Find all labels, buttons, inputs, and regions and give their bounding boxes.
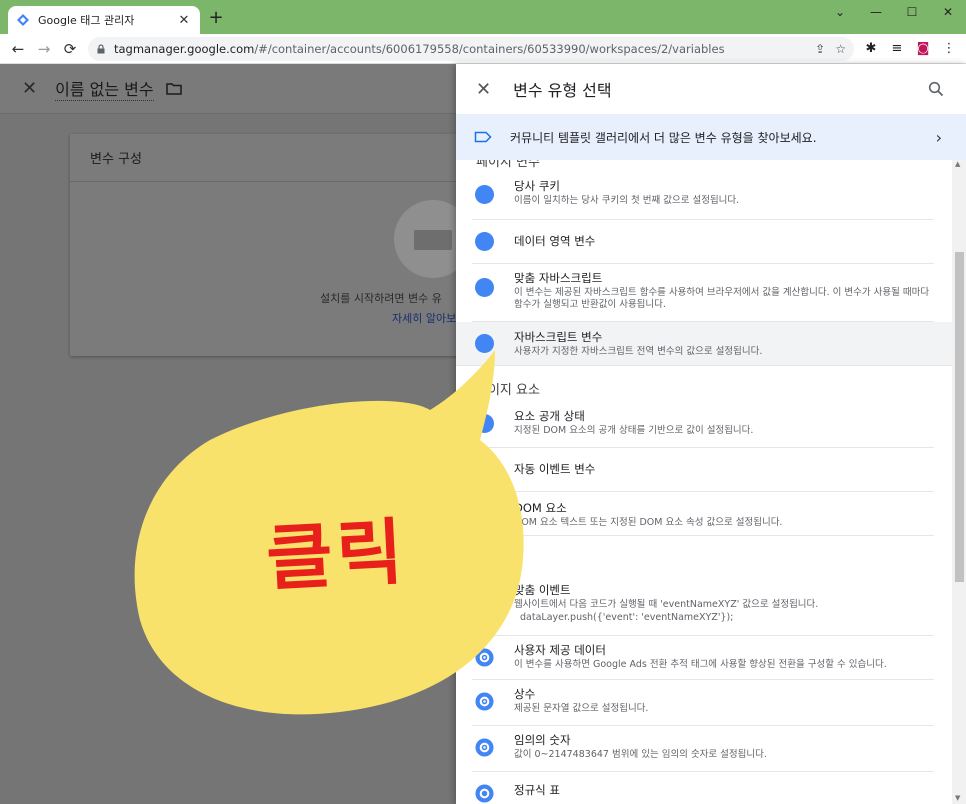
close-panel-icon[interactable]: ✕ [476, 79, 491, 100]
tab-search-icon[interactable]: ⌄ [822, 0, 858, 26]
profile-avatar-icon[interactable]: ◙ [914, 38, 932, 60]
variable-editor-backdrop: ✕ 이름 없는 변수 변수 구성 설치를 시작하려면 변수 유 자세히 알아보 [0, 64, 456, 804]
document-icon [475, 232, 494, 251]
search-icon[interactable] [928, 81, 944, 97]
card-title: 변수 구성 [70, 134, 456, 182]
click-annotation-text: 클릭 [264, 509, 409, 601]
tab-close-icon[interactable]: ✕ [176, 13, 192, 28]
dom-element-icon [475, 504, 494, 523]
back-icon[interactable]: ← [8, 38, 28, 60]
panel-scrollbar[interactable]: ▲ ▼ [952, 160, 966, 804]
chrome-menu-icon[interactable]: ⋮ [940, 38, 958, 60]
browser-tab[interactable]: Google 태그 관리자 ✕ [8, 6, 200, 34]
forward-icon[interactable]: → [34, 38, 54, 60]
section-title-utilities: 유틸리티 [476, 553, 524, 568]
tab-title: Google 태그 관리자 [38, 14, 135, 27]
section-title-page-elements: 페이지 요소 [476, 383, 540, 398]
document-icon [475, 278, 494, 297]
close-editor-icon[interactable]: ✕ [22, 78, 37, 99]
close-window-button[interactable]: ✕ [930, 0, 966, 26]
chevron-right-icon: › [935, 127, 942, 147]
list-item[interactable]: 임의의 숫자 값이 0~2147483647 범위에 있는 임의의 숫자로 설정… [472, 726, 934, 772]
document-icon [475, 185, 494, 204]
list-item[interactable]: 당사 쿠키 이름이 일치하는 당사 쿠키의 첫 번째 값으로 설정됩니다. [472, 174, 934, 220]
browser-toolbar: ← → ⟳ tagmanager.google.com/#/container/… [0, 34, 966, 64]
custom-event-icon [475, 594, 494, 613]
variable-editor-header: ✕ 이름 없는 변수 [0, 64, 456, 114]
scrollbar-thumb[interactable] [955, 252, 964, 582]
variable-name-field[interactable]: 이름 없는 변수 [55, 76, 154, 101]
variable-type-panel: ✕ 변수 유형 선택 커뮤니티 템플릿 갤러리에서 더 많은 변수 유형을 찾아… [456, 64, 966, 804]
extensions-puzzle-icon[interactable]: ✱ [862, 38, 880, 60]
list-item[interactable]: 맞춤 자바스크립트 이 변수는 제공된 자바스크립트 함수를 사용하여 브라우저… [472, 264, 934, 322]
list-item[interactable]: 자동 이벤트 변수 [472, 448, 934, 492]
gtm-favicon-icon [17, 14, 29, 26]
scroll-up-arrow-icon[interactable]: ▲ [955, 160, 960, 168]
url-text: tagmanager.google.com/#/container/accoun… [114, 42, 725, 56]
share-icon[interactable]: ⇪ [815, 42, 825, 56]
list-item-javascript-variable[interactable]: 자바스크립트 변수 사용자가 지정한 자바스크립트 전역 변수의 값으로 설정됩… [456, 322, 952, 366]
window-controls: ⌄ — ☐ ✕ [822, 0, 966, 26]
gear-icon [475, 738, 494, 757]
list-item[interactable]: 사용자 제공 데이터 이 변수를 사용하면 Google Ads 전환 추적 태… [472, 636, 934, 680]
card-hint: 설치를 시작하려면 변수 유 [320, 292, 442, 305]
tag-outline-icon [474, 131, 492, 143]
panel-title: 변수 유형 선택 [513, 81, 612, 100]
list-item[interactable]: 요소 공개 상태 지정된 DOM 요소의 공개 상태를 기반으로 값이 설정됩니… [472, 404, 934, 448]
bookmark-star-icon[interactable]: ☆ [835, 42, 846, 56]
list-item[interactable]: DOM 요소 DOM 요소 텍스트 또는 지정된 DOM 요소 속성 값으로 설… [472, 492, 934, 536]
document-icon [475, 334, 494, 353]
reload-icon[interactable]: ⟳ [60, 38, 80, 60]
list-item[interactable]: 상수 제공된 문자열 값으로 설정됩니다. [472, 680, 934, 726]
community-banner-text: 커뮤니티 템플릿 갤러리에서 더 많은 변수 유형을 찾아보세요. [510, 130, 817, 145]
scroll-down-arrow-icon[interactable]: ▼ [955, 794, 960, 802]
reading-list-icon[interactable]: ≡ [888, 38, 906, 60]
gear-icon [475, 692, 494, 711]
visibility-icon [475, 414, 494, 433]
list-item[interactable]: 정규식 표 [472, 772, 934, 804]
learn-more-link[interactable]: 자세히 알아보 [392, 310, 456, 326]
list-item[interactable]: 데이터 영역 변수 [472, 220, 934, 264]
list-item[interactable]: 맞춤 이벤트 웹사이트에서 다음 코드가 실행될 때 'eventNameXYZ… [472, 578, 934, 636]
lock-icon [97, 44, 105, 54]
folder-icon[interactable] [165, 82, 182, 95]
maximize-button[interactable]: ☐ [894, 0, 930, 26]
panel-header: ✕ 변수 유형 선택 [456, 64, 966, 114]
variable-placeholder-icon [394, 200, 456, 278]
gear-icon [475, 784, 494, 803]
minimize-button[interactable]: — [858, 0, 894, 26]
new-tab-button[interactable]: + [206, 8, 226, 28]
browser-titlebar: Google 태그 관리자 ✕ + ⌄ — ☐ ✕ [0, 0, 966, 34]
address-bar[interactable]: tagmanager.google.com/#/container/accoun… [88, 37, 854, 61]
auto-event-icon [475, 460, 494, 479]
community-gallery-banner[interactable]: 커뮤니티 템플릿 갤러리에서 더 많은 변수 유형을 찾아보세요. › [456, 114, 966, 160]
gear-icon [475, 648, 494, 667]
variable-type-list: 페이지 변수 당사 쿠키 이름이 일치하는 당사 쿠키의 첫 번째 값으로 설정… [456, 160, 952, 804]
section-title-page-variables: 페이지 변수 [476, 160, 540, 170]
variable-config-card[interactable]: 변수 구성 설치를 시작하려면 변수 유 자세히 알아보 [70, 134, 456, 356]
